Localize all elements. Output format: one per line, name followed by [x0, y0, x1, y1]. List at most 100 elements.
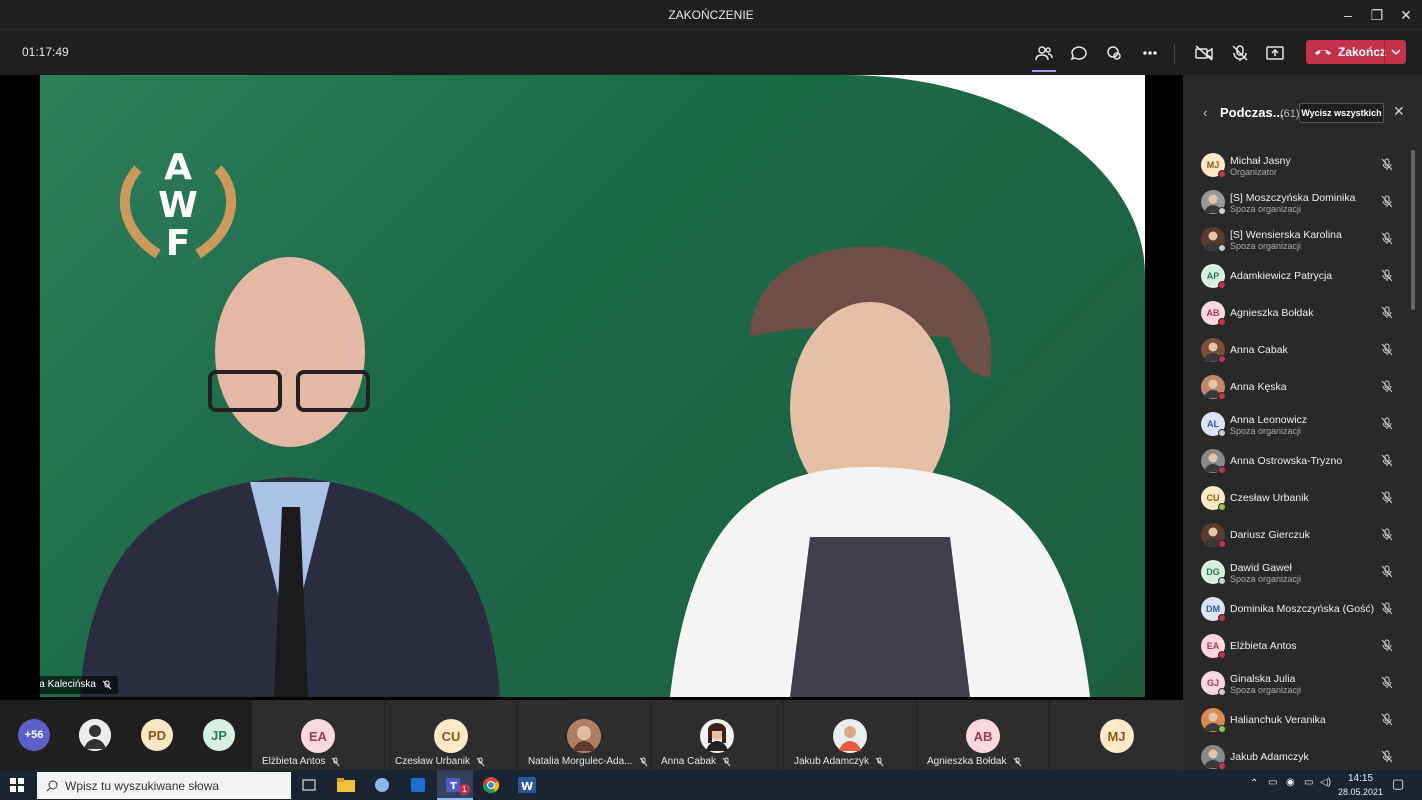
- participant-row[interactable]: AB Agnieszka Bołdak: [1183, 295, 1422, 332]
- mic-off-icon[interactable]: [1381, 158, 1393, 176]
- teams-taskbar-button[interactable]: T 1: [437, 770, 473, 800]
- participant-row[interactable]: [S] Moszczyńska Dominika Spoza organizacj…: [1183, 184, 1422, 221]
- task-view-icon[interactable]: [298, 774, 320, 796]
- mic-off-icon[interactable]: [1381, 713, 1393, 731]
- mic-off-icon[interactable]: [1381, 750, 1393, 768]
- overflow-participants-button[interactable]: +56: [18, 719, 50, 751]
- mic-off-icon[interactable]: [1381, 528, 1393, 546]
- mic-off-icon[interactable]: [1381, 306, 1393, 324]
- participant-row[interactable]: Anna Cabak: [1183, 332, 1422, 369]
- start-button[interactable]: [6, 774, 28, 796]
- clock-time[interactable]: 14:15: [1348, 773, 1373, 784]
- app-icon[interactable]: [407, 774, 429, 796]
- taskbar-search[interactable]: Wpisz tu wyszukiwane słowa: [37, 772, 291, 799]
- participant-row[interactable]: MJ Michał Jasny Organizator: [1183, 147, 1422, 184]
- mic-off-icon[interactable]: [1381, 380, 1393, 398]
- mic-off-icon[interactable]: [1381, 565, 1393, 583]
- presence-status-icon: [1218, 429, 1226, 437]
- camera-off-icon: [1195, 45, 1213, 61]
- participant-row[interactable]: Anna Kęska: [1183, 369, 1422, 406]
- participant-list: MJ Michał Jasny Organizator [S] Moszczyńska…: [1183, 147, 1422, 776]
- user-photo-icon: [700, 719, 734, 753]
- mic-off-icon[interactable]: [1381, 454, 1393, 472]
- participant-avatar[interactable]: PD: [141, 719, 173, 751]
- mic-off-icon[interactable]: [1381, 417, 1393, 435]
- panel-scrollbar[interactable]: [1411, 150, 1415, 310]
- participant-row[interactable]: DG Dawid Gaweł Spoza organizacji: [1183, 554, 1422, 591]
- participant-name: Czesław Urbanik: [395, 756, 471, 767]
- mute-all-button[interactable]: Wycisz wszystkich: [1299, 103, 1384, 123]
- participant-avatar[interactable]: JP: [203, 719, 235, 751]
- presence-status-icon: [1218, 540, 1226, 548]
- presence-status-icon: [1218, 466, 1226, 474]
- more-actions-button[interactable]: [1136, 40, 1164, 66]
- participant-name: Agnieszka Bołdak: [1230, 307, 1314, 319]
- participant-name: Agnieszka Bołdak: [927, 756, 1007, 767]
- participant-name: Elżbieta Antos: [262, 756, 326, 767]
- mic-off-icon[interactable]: [1381, 343, 1393, 361]
- participant-avatar[interactable]: [79, 719, 111, 751]
- word-icon[interactable]: W: [516, 774, 538, 796]
- chrome-icon[interactable]: [480, 774, 502, 796]
- participant-row[interactable]: Dariusz Gierczuk: [1183, 517, 1422, 554]
- participant-tile[interactable]: Anna Cabak: [651, 700, 783, 770]
- mic-off-icon[interactable]: [1381, 676, 1393, 694]
- participant-tile[interactable]: EA Elżbieta Antos: [252, 700, 384, 770]
- svg-text:W: W: [158, 185, 198, 226]
- close-panel-icon[interactable]: ✕: [1393, 103, 1405, 120]
- tray-chevron-icon[interactable]: ⌃: [1250, 778, 1258, 789]
- participant-name: Dominika Moszczyńska (Gość): [1230, 603, 1375, 615]
- participant-row[interactable]: CU Czesław Urbanik: [1183, 480, 1422, 517]
- chat-button[interactable]: [1065, 40, 1093, 66]
- end-call-button[interactable]: Zakończ: [1306, 40, 1406, 64]
- participant-tile[interactable]: Natalia Morgulec-Ada...: [518, 700, 650, 770]
- participant-row[interactable]: Halianchuk Veranika: [1183, 702, 1422, 739]
- participant-row[interactable]: GJ Ginalska Julia Spoza organizacji: [1183, 665, 1422, 702]
- file-explorer-icon[interactable]: [335, 774, 357, 796]
- participant-row[interactable]: [S] Wensierska Karolina Spoza organizacji: [1183, 221, 1422, 258]
- participant-name: Anna Leonowicz: [1230, 414, 1308, 426]
- participant-row[interactable]: AL Anna Leonowicz Spoza organizacji: [1183, 406, 1422, 443]
- participant-row[interactable]: AP Adamkiewicz Patrycja: [1183, 258, 1422, 295]
- mic-off-icon[interactable]: [1381, 269, 1393, 287]
- restore-button[interactable]: ❐: [1363, 4, 1391, 26]
- participant-name: Dariusz Gierczuk: [1230, 529, 1310, 541]
- participant-row[interactable]: EA Elżbieta Antos: [1183, 628, 1422, 665]
- share-screen-button[interactable]: [1261, 40, 1289, 66]
- end-call-options-button[interactable]: [1384, 40, 1406, 64]
- participants-button[interactable]: [1030, 40, 1058, 72]
- mic-off-icon[interactable]: [1381, 639, 1393, 657]
- participant-name: Elżbieta Antos: [1230, 640, 1297, 652]
- app-icon[interactable]: [371, 774, 393, 796]
- mic-off-icon[interactable]: [1381, 491, 1393, 509]
- participant-row[interactable]: DM Dominika Moszczyńska (Gość): [1183, 591, 1422, 628]
- participant-name: Halianchuk Veranika: [1230, 714, 1326, 726]
- network-icon[interactable]: ▭: [1304, 777, 1313, 788]
- mic-off-icon[interactable]: [1381, 232, 1393, 250]
- self-view-tile[interactable]: MJ: [1050, 700, 1183, 770]
- mic-off-icon[interactable]: [1381, 602, 1393, 620]
- participant-name: [S] Wensierska Karolina: [1230, 229, 1342, 241]
- tray-app-icon[interactable]: ◉: [1286, 777, 1295, 788]
- participant-tile[interactable]: CU Czesław Urbanik: [385, 700, 517, 770]
- microphone-button[interactable]: [1226, 40, 1254, 66]
- participant-tile[interactable]: AB Agnieszka Bołdak: [917, 700, 1049, 770]
- minimize-button[interactable]: –: [1334, 4, 1362, 26]
- clock-date[interactable]: 28.05.2021: [1338, 787, 1383, 797]
- camera-button[interactable]: [1190, 40, 1218, 66]
- participant-row[interactable]: Anna Ostrowska-Tryzno: [1183, 443, 1422, 480]
- phone-hangup-icon: [1315, 50, 1331, 55]
- volume-icon[interactable]: ◁): [1320, 777, 1331, 788]
- back-chevron-icon[interactable]: ‹: [1203, 105, 1207, 120]
- mic-off-icon[interactable]: [1381, 195, 1393, 213]
- reactions-button[interactable]: [1100, 40, 1128, 66]
- presence-status-icon: [1218, 170, 1226, 178]
- mic-off-icon: [875, 757, 884, 766]
- participant-name: Adamkiewicz Patrycja: [1230, 270, 1333, 282]
- participant-name: Anna Cabak: [661, 756, 717, 767]
- tray-app-icon[interactable]: ▭: [1268, 777, 1277, 788]
- close-window-button[interactable]: ✕: [1392, 4, 1420, 26]
- participant-tile[interactable]: Jakub Adamczyk: [784, 700, 916, 770]
- toolbar-divider: [1174, 44, 1175, 64]
- notifications-icon[interactable]: ▢: [1392, 776, 1404, 792]
